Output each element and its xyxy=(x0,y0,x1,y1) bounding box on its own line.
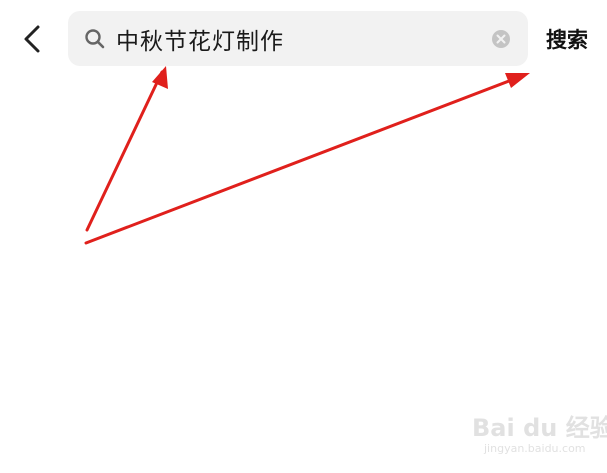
arrow-to-search-button xyxy=(84,74,524,245)
search-input[interactable] xyxy=(116,19,476,59)
arrowhead-search-input xyxy=(152,66,168,89)
clear-icon[interactable] xyxy=(491,29,511,49)
watermark-logo: Bai du 经验 xyxy=(472,414,607,442)
annotation-arrows xyxy=(84,66,530,245)
watermark: Bai du 经验 jingyan.baidu.com xyxy=(472,404,607,464)
back-button[interactable] xyxy=(14,17,54,61)
search-button[interactable]: 搜索 xyxy=(546,22,588,56)
arrowhead-search-button xyxy=(505,73,530,88)
search-bar[interactable] xyxy=(68,11,528,66)
search-icon xyxy=(84,28,106,50)
arrow-to-search-input xyxy=(85,70,164,232)
watermark-url: jingyan.baidu.com xyxy=(484,442,586,455)
chevron-left-icon xyxy=(24,25,40,53)
